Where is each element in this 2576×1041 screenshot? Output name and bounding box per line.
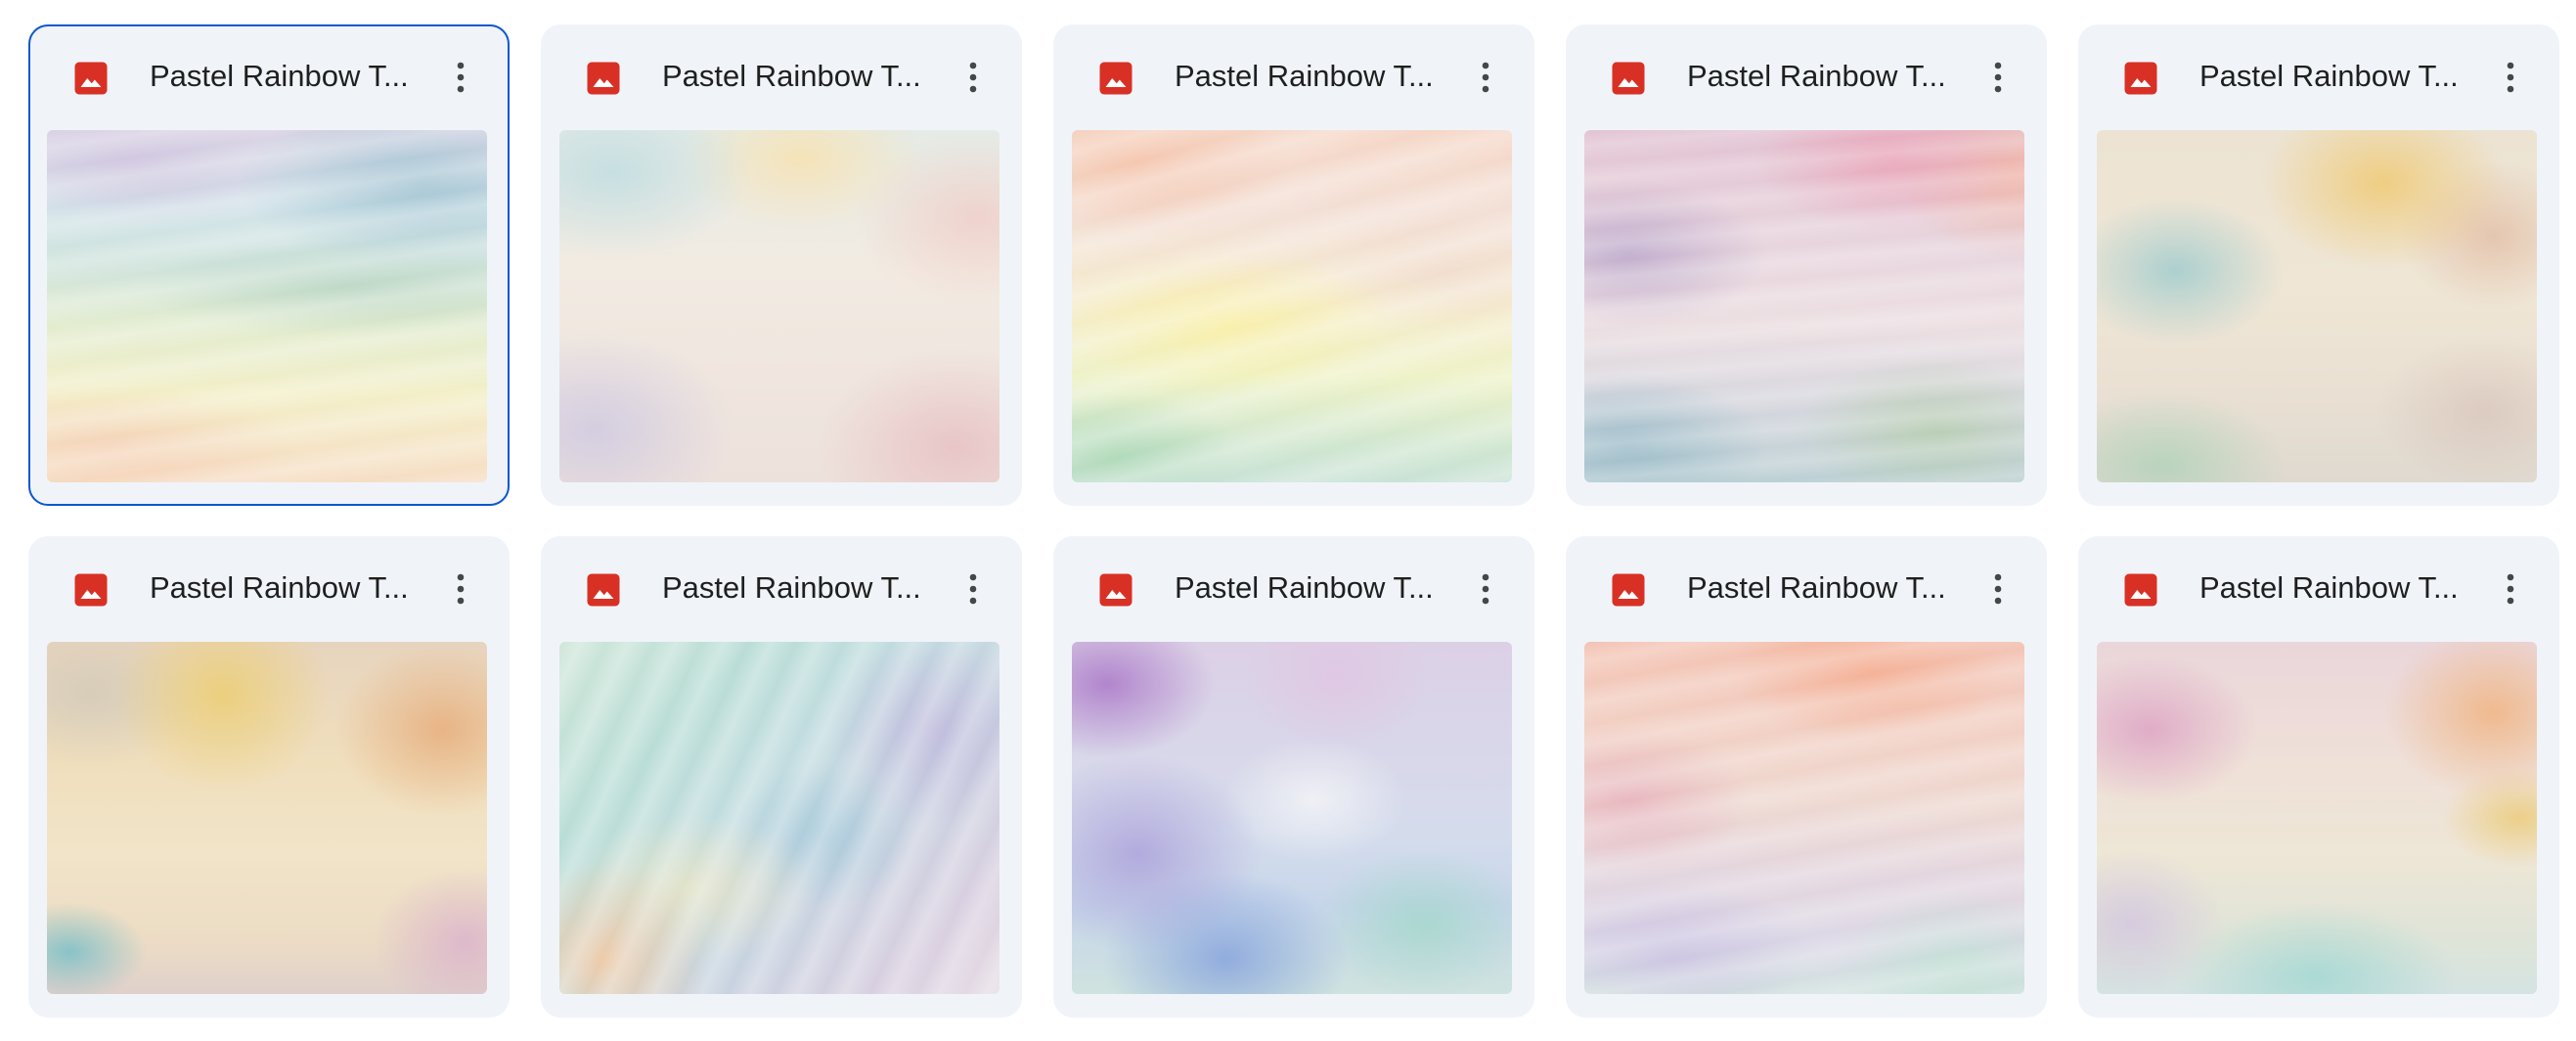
more-vert-icon [969,62,977,93]
file-card-header: Pastel Rainbow T... [30,26,508,132]
file-card-header: Pastel Rainbow T... [1053,536,1534,642]
image-thumbnail[interactable] [559,642,999,994]
more-actions-button[interactable] [2487,566,2534,612]
image-file-icon [1612,573,1645,607]
image-file-icon [2124,62,2157,95]
image-file-icon [1099,573,1133,607]
more-vert-icon [1482,62,1489,93]
file-card-header: Pastel Rainbow T... [1566,536,2047,642]
more-vert-icon [1482,573,1489,605]
file-card[interactable]: Pastel Rainbow T... [28,24,510,506]
image-thumbnail[interactable] [47,130,487,482]
more-actions-button[interactable] [950,566,997,612]
file-card-header: Pastel Rainbow T... [1566,24,2047,130]
file-card[interactable]: Pastel Rainbow T... [1053,536,1534,1018]
file-name[interactable]: Pastel Rainbow T... [150,568,423,608]
more-vert-icon [2507,573,2514,605]
more-actions-button[interactable] [437,54,484,101]
file-name[interactable]: Pastel Rainbow T... [1687,57,1961,96]
file-card[interactable]: Pastel Rainbow T... [1566,24,2047,506]
image-file-icon [2124,573,2157,607]
more-actions-button[interactable] [437,566,484,612]
image-file-icon [74,62,108,95]
more-vert-icon [1994,573,2002,605]
file-name[interactable]: Pastel Rainbow T... [1175,57,1448,96]
file-name[interactable]: Pastel Rainbow T... [1175,568,1448,608]
file-card[interactable]: Pastel Rainbow T... [1566,536,2047,1018]
file-card-header: Pastel Rainbow T... [541,536,1022,642]
file-name[interactable]: Pastel Rainbow T... [662,568,936,608]
file-name[interactable]: Pastel Rainbow T... [2199,568,2473,608]
more-vert-icon [969,573,977,605]
more-actions-button[interactable] [1975,566,2021,612]
image-thumbnail[interactable] [1072,130,1512,482]
image-file-icon [74,573,108,607]
file-card-header: Pastel Rainbow T... [2078,536,2559,642]
more-actions-button[interactable] [1975,54,2021,101]
image-file-icon [587,573,620,607]
file-grid: Pastel Rainbow T... Pastel Rainbow T... [28,24,2559,1018]
image-file-icon [1099,62,1133,95]
file-card[interactable]: Pastel Rainbow T... [1053,24,1534,506]
file-card-header: Pastel Rainbow T... [2078,24,2559,130]
more-actions-button[interactable] [1462,54,1509,101]
file-card-header: Pastel Rainbow T... [541,24,1022,130]
image-thumbnail[interactable] [2097,642,2537,994]
image-thumbnail[interactable] [2097,130,2537,482]
more-actions-button[interactable] [1462,566,1509,612]
more-vert-icon [457,62,465,93]
file-name[interactable]: Pastel Rainbow T... [1687,568,1961,608]
file-card[interactable]: Pastel Rainbow T... [2078,536,2559,1018]
image-thumbnail[interactable] [559,130,999,482]
file-card-header: Pastel Rainbow T... [1053,24,1534,130]
file-card[interactable]: Pastel Rainbow T... [2078,24,2559,506]
file-name[interactable]: Pastel Rainbow T... [2199,57,2473,96]
file-card[interactable]: Pastel Rainbow T... [541,24,1022,506]
image-thumbnail[interactable] [1584,130,2024,482]
image-file-icon [1612,62,1645,95]
image-thumbnail[interactable] [47,642,487,994]
file-card[interactable]: Pastel Rainbow T... [541,536,1022,1018]
more-vert-icon [2507,62,2514,93]
file-name[interactable]: Pastel Rainbow T... [662,57,936,96]
more-actions-button[interactable] [2487,54,2534,101]
file-card[interactable]: Pastel Rainbow T... [28,536,510,1018]
more-vert-icon [1994,62,2002,93]
file-card-header: Pastel Rainbow T... [28,536,510,642]
more-actions-button[interactable] [950,54,997,101]
image-file-icon [587,62,620,95]
image-thumbnail[interactable] [1072,642,1512,994]
file-name[interactable]: Pastel Rainbow T... [150,57,423,96]
more-vert-icon [457,573,465,605]
image-thumbnail[interactable] [1584,642,2024,994]
